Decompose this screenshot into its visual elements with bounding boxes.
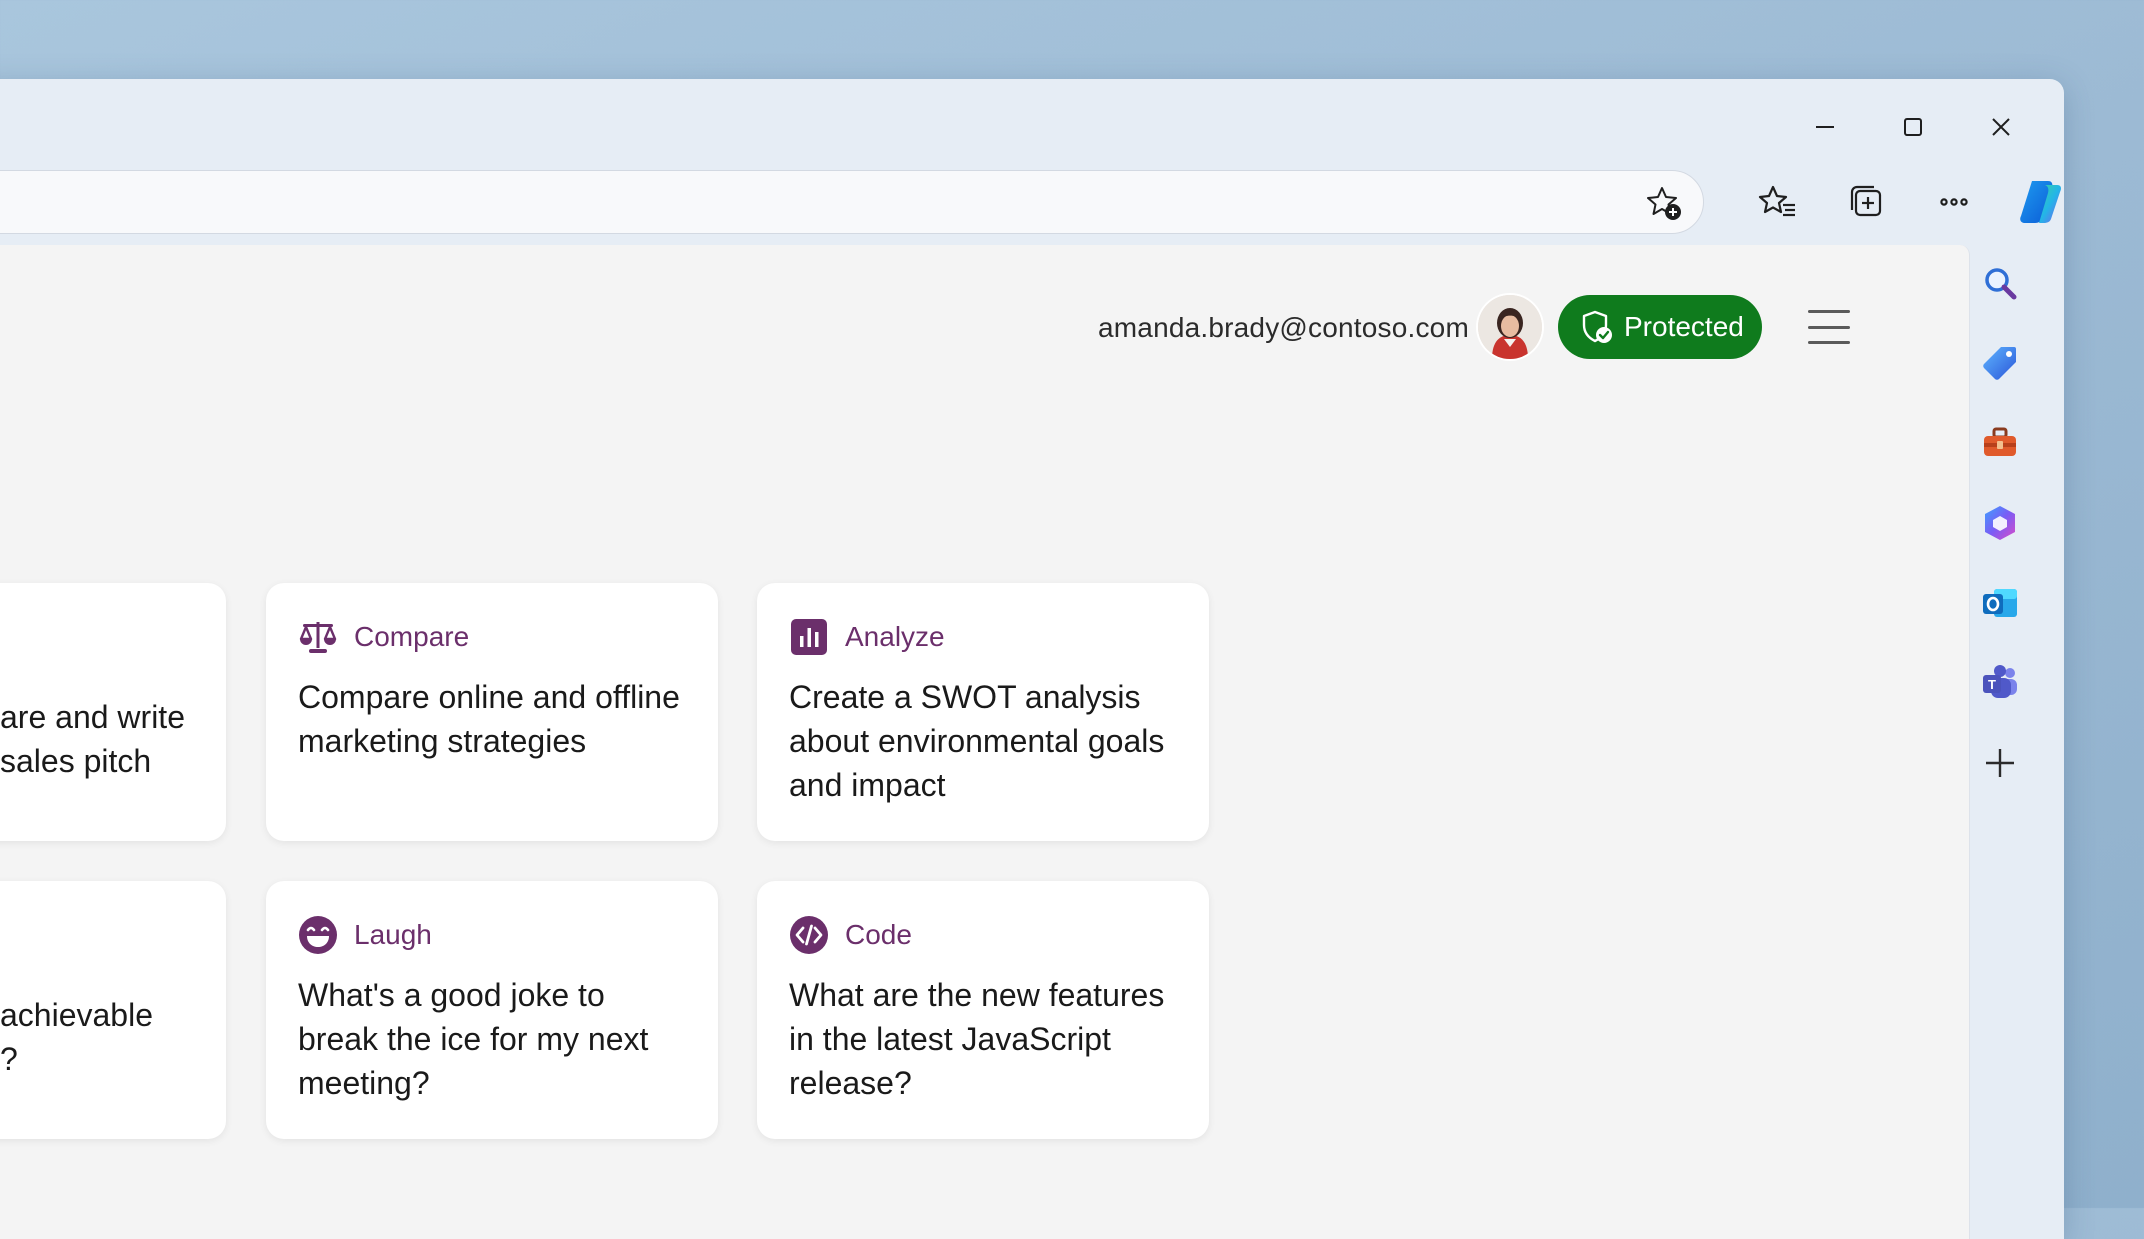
menu-bar	[1808, 341, 1850, 344]
sidebar-microsoft-365[interactable]	[1974, 497, 2026, 549]
svg-text:T: T	[1988, 677, 1996, 692]
card-prompt-text: What's a good joke to break the ice for …	[298, 977, 649, 1101]
sidebar-shopping[interactable]	[1974, 337, 2026, 389]
user-photo-icon	[1478, 295, 1542, 359]
sidebar-teams[interactable]: T	[1974, 657, 2026, 709]
shopping-tag-icon	[1983, 347, 2016, 380]
menu-button[interactable]	[1806, 306, 1852, 348]
favorites-button[interactable]	[1748, 172, 1808, 232]
copilot-icon	[2020, 181, 2061, 223]
card-prompt-text: Create a SWOT analysis about environment…	[789, 679, 1165, 803]
account-email: amanda.brady@contoso.com	[1098, 312, 1469, 343]
prompt-card-partial-top[interactable]: are and write sales pitch	[0, 583, 226, 841]
sidebar-tools[interactable]	[1974, 417, 2026, 469]
more-button[interactable]	[1924, 172, 1984, 232]
teams-icon: T	[1983, 665, 2017, 698]
search-icon	[1985, 268, 2017, 300]
code-icon	[789, 915, 829, 955]
sidebar-add[interactable]	[1974, 737, 2026, 789]
microsoft-365-icon	[1985, 506, 2015, 540]
card-text-line: achievable	[0, 997, 153, 1033]
scales-icon	[298, 617, 338, 657]
prompt-card-analyze[interactable]: Analyze Create a SWOT analysis about env…	[757, 583, 1209, 841]
prompt-card-laugh[interactable]: Laugh What's a good joke to break the ic…	[266, 881, 718, 1139]
more-icon	[1940, 198, 1968, 206]
minimize-button[interactable]	[1795, 101, 1855, 153]
outlook-icon	[1983, 589, 2017, 617]
menu-bar	[1808, 325, 1850, 329]
prompt-card-partial-bottom[interactable]: achievable ?	[0, 881, 226, 1139]
favorites-icon	[1758, 185, 1795, 217]
card-prompt-text: What are the new features in the latest …	[789, 977, 1165, 1101]
add-favorite-button[interactable]	[1645, 184, 1683, 222]
card-category: Analyze	[845, 621, 945, 652]
card-text-line: sales pitch	[0, 743, 152, 779]
toolbox-icon	[1984, 427, 2016, 456]
protected-label: Protected	[1624, 311, 1744, 342]
card-category: Code	[845, 919, 912, 950]
sidebar-outlook[interactable]	[1974, 577, 2026, 629]
avatar[interactable]	[1478, 295, 1542, 359]
laughing-face-icon	[298, 915, 338, 955]
maximize-button[interactable]	[1883, 101, 1943, 153]
shield-check-icon	[1582, 310, 1612, 343]
card-text-line: ?	[0, 1041, 18, 1077]
prompt-card-code[interactable]: Code What are the new features in the la…	[757, 881, 1209, 1139]
card-prompt-text: Compare online and offline marketing str…	[298, 679, 680, 759]
menu-bar	[1808, 310, 1850, 313]
collections-button[interactable]	[1836, 172, 1896, 232]
collections-icon	[1850, 185, 1882, 217]
close-button[interactable]	[1971, 101, 2031, 153]
card-category: Laugh	[354, 919, 432, 950]
close-icon	[1992, 118, 2010, 136]
copilot-button[interactable]	[2010, 172, 2064, 232]
prompt-card-compare[interactable]: Compare Compare online and offline marke…	[266, 583, 718, 841]
bar-chart-icon	[789, 617, 829, 657]
favorite-add-icon	[1647, 187, 1681, 220]
add-icon	[1986, 749, 2014, 777]
minimize-icon	[1816, 126, 1834, 128]
protected-badge[interactable]: Protected	[1558, 295, 1762, 359]
sidebar-search[interactable]	[1974, 257, 2026, 309]
maximize-icon	[1904, 118, 1922, 136]
address-bar[interactable]	[0, 170, 1704, 234]
card-category: Compare	[354, 621, 470, 652]
card-text-line: are and write	[0, 699, 185, 735]
